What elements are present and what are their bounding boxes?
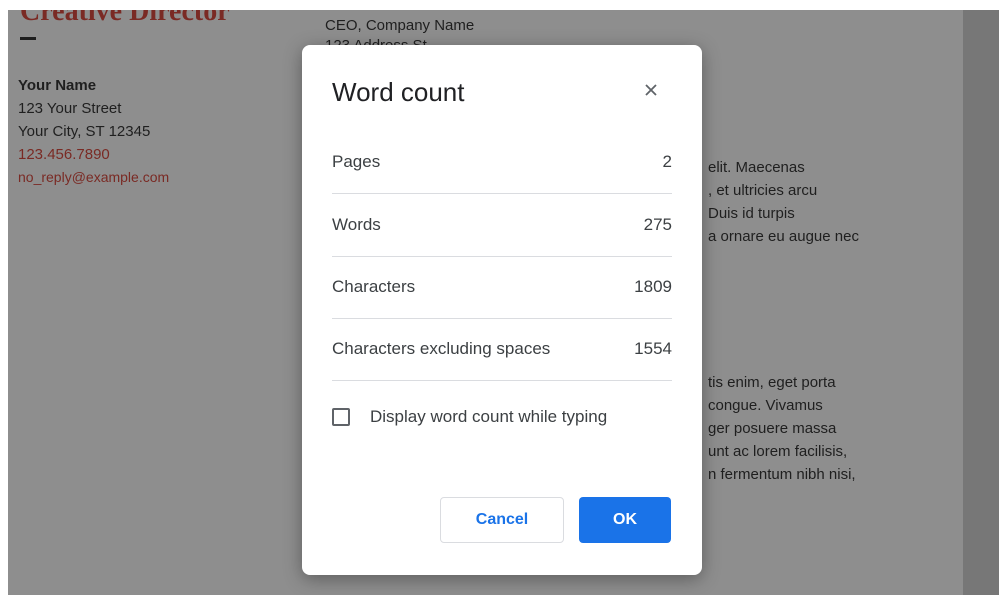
display-while-typing-toggle[interactable]: Display word count while typing [332,407,607,427]
cancel-button[interactable]: Cancel [440,497,564,543]
body-line: n fermentum nibh nisi, [708,466,856,483]
sender-street: 123 Your Street [18,100,122,117]
page-gutter [963,10,999,595]
sender-email: no_reply@example.com [18,169,170,185]
body-line: tis enim, eget porta [708,374,836,391]
document-title: Creative Director [20,10,230,27]
stat-value: 1554 [634,339,672,358]
word-count-dialog: Word count Pages 2 Words 275 Characters … [302,45,702,575]
stat-label: Characters [332,277,416,296]
stat-label: Characters excluding spaces [332,339,551,358]
stat-row-words: Words 275 [332,194,672,257]
stat-row-characters: Characters 1809 [332,256,672,319]
stat-value: 1809 [634,277,672,296]
stat-label: Words [332,215,381,234]
body-line: unt ac lorem facilisis, [708,443,848,460]
title-divider [20,37,36,40]
display-while-typing-checkbox[interactable] [332,408,350,426]
dialog-title: Word count [332,77,465,107]
body-line: , et ultricies arcu [708,182,818,199]
ok-button[interactable]: OK [579,497,671,543]
close-icon [645,84,657,96]
body-line: congue. Vivamus [708,397,823,414]
display-while-typing-label: Display word count while typing [370,407,608,426]
stat-label: Pages [332,152,381,171]
stat-value: 2 [662,152,672,171]
body-line: Duis id turpis [708,205,795,222]
body-line: ger posuere massa [708,420,837,437]
stat-row-characters-no-spaces: Characters excluding spaces 1554 [332,318,672,381]
body-line: elit. Maecenas [708,159,805,176]
sender-city: Your City, ST 12345 [18,123,151,140]
body-line: a ornare eu augue nec [708,228,859,245]
sender-name: Your Name [18,77,97,94]
stat-value: 275 [643,215,672,234]
stat-row-pages: Pages 2 [332,131,672,194]
close-button[interactable] [636,75,666,105]
sender-phone: 123.456.7890 [18,146,110,163]
